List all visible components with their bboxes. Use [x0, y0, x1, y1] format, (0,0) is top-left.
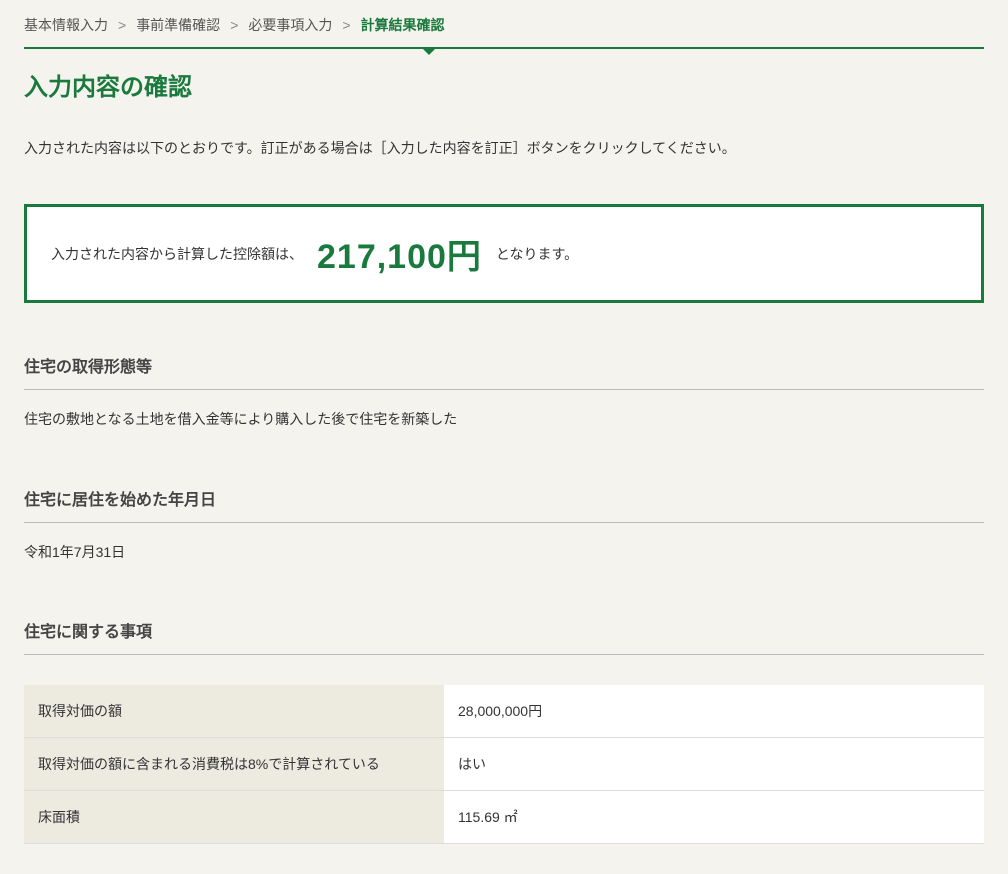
breadcrumb: 基本情報入力 > 事前準備確認 > 必要事項入力 > 計算結果確認 — [24, 15, 984, 49]
table-label: 床面積 — [24, 791, 444, 844]
intro-text: 入力された内容は以下のとおりです。訂正がある場合は［入力した内容を訂正］ボタンを… — [24, 137, 984, 159]
house-details-table: 取得対価の額 28,000,000円 取得対価の額に含まれる消費税は8%で計算さ… — [24, 685, 984, 844]
table-value: 28,000,000円 — [444, 685, 984, 738]
active-tab-pointer-icon — [421, 47, 437, 55]
table-value: はい — [444, 738, 984, 791]
section-heading-acquisition-form: 住宅の取得形態等 — [24, 353, 984, 390]
chevron-right-icon: > — [230, 17, 238, 33]
chevron-right-icon: > — [342, 17, 350, 33]
result-prefix: 入力された内容から計算した控除額は、 — [51, 244, 303, 264]
result-suffix: となります。 — [496, 244, 578, 264]
chevron-right-icon: > — [118, 17, 126, 33]
result-box: 入力された内容から計算した控除額は、 217,100円 となります。 — [24, 204, 984, 303]
section-heading-house-details: 住宅に関する事項 — [24, 618, 984, 655]
table-row: 取得対価の額に含まれる消費税は8%で計算されている はい — [24, 738, 984, 791]
page-title: 入力内容の確認 — [24, 67, 984, 102]
table-row: 取得対価の額 28,000,000円 — [24, 685, 984, 738]
table-value: 115.69 ㎡ — [444, 791, 984, 844]
breadcrumb-item-result-confirm: 計算結果確認 — [361, 15, 445, 35]
section-value-residence-date: 令和1年7月31日 — [24, 541, 984, 563]
result-amount: 217,100円 — [317, 229, 482, 278]
section-value-acquisition-form: 住宅の敷地となる土地を借入金等により購入した後で住宅を新築した — [24, 408, 984, 430]
table-label: 取得対価の額 — [24, 685, 444, 738]
table-row: 床面積 115.69 ㎡ — [24, 791, 984, 844]
breadcrumb-item-basic-info[interactable]: 基本情報入力 — [24, 15, 108, 35]
breadcrumb-item-required-input[interactable]: 必要事項入力 — [248, 15, 332, 35]
section-heading-residence-date: 住宅に居住を始めた年月日 — [24, 486, 984, 523]
table-label: 取得対価の額に含まれる消費税は8%で計算されている — [24, 738, 444, 791]
breadcrumb-item-preparation[interactable]: 事前準備確認 — [136, 15, 220, 35]
